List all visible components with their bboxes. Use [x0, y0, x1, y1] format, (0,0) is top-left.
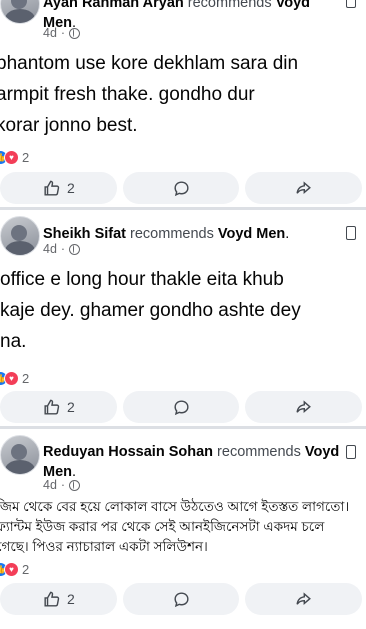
- reaction-summary[interactable]: 👍 ♥ 2: [0, 562, 29, 577]
- post-meta: 4d ·: [43, 242, 81, 256]
- like-button[interactable]: 2: [0, 583, 117, 615]
- reaction-count: 2: [22, 562, 30, 577]
- comment-button[interactable]: [122, 583, 240, 615]
- recommends-label: recommends: [187, 0, 272, 11]
- share-button[interactable]: [245, 391, 363, 423]
- like-count: 2: [66, 399, 75, 415]
- like-button[interactable]: 2: [0, 391, 117, 423]
- share-arrow-icon: [296, 591, 312, 605]
- post-meta: 4d ·: [43, 26, 81, 40]
- post-meta: 4d ·: [43, 478, 81, 492]
- post-actions: 2: [0, 172, 366, 206]
- post-actions: 2: [0, 583, 366, 617]
- love-reaction-icon: ♥: [4, 562, 19, 577]
- post-card: Reduyan Hossain Sohan recommends Voyd Me…: [0, 429, 366, 629]
- post-author-line: Sheikh Sifat recommends Voyd Men.: [43, 226, 290, 242]
- share-button[interactable]: [245, 172, 363, 204]
- globe-icon: [69, 27, 81, 39]
- globe-icon: [69, 243, 81, 255]
- bookmark-flag-icon[interactable]: [346, 0, 356, 8]
- like-button[interactable]: 2: [0, 172, 117, 204]
- post-text: জিম থেকে বের হয়ে লোকাল বাসে উঠতেও আগে ই…: [0, 499, 350, 554]
- page-name[interactable]: Voyd Men: [218, 226, 285, 242]
- like-count: 2: [66, 591, 75, 607]
- reaction-count: 2: [22, 371, 30, 386]
- comment-bubble-icon: [173, 399, 189, 415]
- thumbs-up-icon: [44, 180, 60, 196]
- love-reaction-icon: ♥: [4, 371, 19, 386]
- post-actions: 2: [0, 391, 366, 425]
- comment-button[interactable]: [122, 391, 240, 423]
- thumbs-up-icon: [44, 399, 60, 415]
- recommends-label: recommends: [130, 226, 214, 242]
- bookmark-flag-icon[interactable]: [346, 226, 356, 240]
- thumbs-up-icon: [44, 591, 60, 607]
- share-arrow-icon: [296, 180, 312, 194]
- post-time[interactable]: 4d: [43, 26, 57, 40]
- reaction-summary[interactable]: 👍 ♥ 2: [0, 150, 29, 165]
- comment-bubble-icon: [173, 180, 189, 196]
- reaction-count: 2: [22, 150, 30, 165]
- post-card: Sheikh Sifat recommends Voyd Men. 4d · o…: [0, 210, 366, 429]
- recommends-label: recommends: [217, 444, 301, 460]
- avatar[interactable]: [0, 216, 40, 256]
- author-name[interactable]: Sheikh Sifat: [43, 226, 126, 242]
- post-author-line: Ayan Rahman Aryan recommends Voyd Men.: [43, 0, 340, 33]
- post-author-line: Reduyan Hossain Sohan recommends Voyd Me…: [43, 444, 340, 480]
- post-time[interactable]: 4d: [43, 478, 57, 492]
- share-arrow-icon: [296, 399, 312, 413]
- post-time[interactable]: 4d: [43, 242, 57, 256]
- post-text: office e long hour thakle eita khub kaje…: [0, 269, 301, 352]
- post-text: phantom use kore dekhlam sara din armpit…: [0, 53, 299, 136]
- avatar[interactable]: [0, 435, 40, 475]
- author-name[interactable]: Reduyan Hossain Sohan: [43, 444, 213, 460]
- love-reaction-icon: ♥: [4, 150, 19, 165]
- comment-button[interactable]: [122, 172, 240, 204]
- avatar[interactable]: [0, 0, 40, 24]
- author-name[interactable]: Ayan Rahman Aryan: [43, 0, 184, 11]
- post-card: Ayan Rahman Aryan recommends Voyd Men. 4…: [0, 0, 366, 207]
- share-button[interactable]: [245, 583, 363, 615]
- globe-icon: [69, 479, 81, 491]
- reaction-summary[interactable]: 👍 ♥ 2: [0, 371, 29, 386]
- bookmark-flag-icon[interactable]: [346, 445, 356, 459]
- like-count: 2: [66, 180, 75, 196]
- comment-bubble-icon: [173, 591, 189, 607]
